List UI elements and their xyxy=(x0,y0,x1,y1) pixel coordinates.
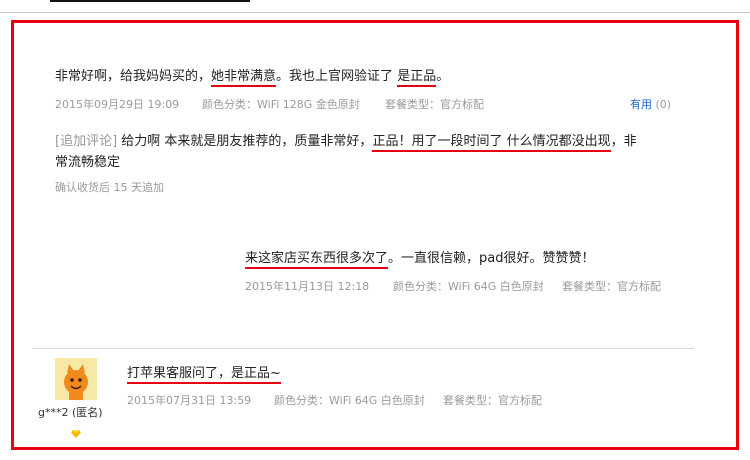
review1-useful[interactable]: 有用 (0) xyxy=(630,96,671,112)
top-divider xyxy=(0,12,750,13)
reviewer-username[interactable]: g***2 (匿名) xyxy=(38,404,103,420)
review2-text: 来这家店买东西很多次了。一直很信赖，pad很好。赞赞赞！ xyxy=(245,247,595,269)
review2-text-rest: 。一直很信赖，pad很好。赞赞赞！ xyxy=(388,251,595,266)
review3-date: 2015年07月31日 13:59 xyxy=(127,394,252,407)
review1-date: 2015年09月29日 19:09 xyxy=(55,98,180,111)
review2-color-label: 颜色分类： xyxy=(393,280,448,293)
review1-package-value: 官方标配 xyxy=(440,98,484,111)
review2-package-value: 官方标配 xyxy=(617,280,661,293)
review2-package: 套餐类型：官方标配 xyxy=(562,278,661,294)
review3-text: 打苹果客服问了，是正品~ xyxy=(127,362,281,384)
review1-text-part1: 非常好啊，给我妈妈买的， xyxy=(55,69,212,84)
review1-highlight2: 是正品 xyxy=(397,69,437,87)
useful-count: (0) xyxy=(655,98,672,111)
review1-color-label: 颜色分类： xyxy=(202,98,257,111)
review3-package: 套餐类型：官方标配 xyxy=(443,392,542,408)
review3-sku: 颜色分类：WiFi 64G 白色原封 xyxy=(274,392,425,408)
review1-package-label: 套餐类型： xyxy=(385,98,440,111)
useful-button[interactable]: 有用 xyxy=(630,98,652,111)
review1-text-part3: 。 xyxy=(436,69,450,84)
review3-color-value: WiFi 64G 白色原封 xyxy=(329,394,425,407)
review2-date: 2015年11月13日 12:18 xyxy=(245,280,370,293)
review2-color-value: WiFi 64G 白色原封 xyxy=(448,280,544,293)
followup-tag: [追加评论] xyxy=(55,134,118,149)
review3-highlight: 打苹果客服问了，是正品~ xyxy=(127,366,281,384)
review1-meta: 2015年09月29日 19:09 xyxy=(55,96,179,112)
review1-text-part2: 。我也上官网验证了 xyxy=(276,69,394,84)
review1-color-value: WiFi 128G 金色原封 xyxy=(257,98,360,111)
review1-highlight: 她非常满意 xyxy=(211,69,277,87)
followup-highlight: 正品！用了一段时间了 什么情况都没出现 xyxy=(372,134,611,152)
review2-sku: 颜色分类：WiFi 64G 白色原封 xyxy=(393,278,544,294)
review1-followup-line2: 常流畅稳定 xyxy=(55,155,121,170)
review3-color-label: 颜色分类： xyxy=(274,394,329,407)
followup-text1: 给力啊 本来就是朋友推荐的，质量非常好， xyxy=(121,134,373,149)
review3-package-value: 官方标配 xyxy=(498,394,542,407)
review-divider xyxy=(32,348,694,349)
review2-package-label: 套餐类型： xyxy=(562,280,617,293)
orange-mascot-icon[interactable] xyxy=(55,358,97,400)
review1-sku: 颜色分类：WiFi 128G 金色原封 xyxy=(202,96,360,112)
review2-highlight: 来这家店买东西很多次了 xyxy=(245,251,389,269)
top-tab-indicator xyxy=(50,0,250,2)
review1-followup-note: 确认收货后 15 天追加 xyxy=(55,181,164,194)
review1-followup: [追加评论] 给力啊 本来就是朋友推荐的，质量非常好，正品！用了一段时间了 什么… xyxy=(55,130,637,152)
followup-text2: ，非 xyxy=(610,134,637,149)
review1-package: 套餐类型：官方标配 xyxy=(385,96,484,112)
highlight-frame xyxy=(11,20,739,450)
diamond-vip-icon xyxy=(71,423,81,438)
review3-package-label: 套餐类型： xyxy=(443,394,498,407)
review1-text: 非常好啊，给我妈妈买的，她非常满意。我也上官网验证了 是正品。 xyxy=(55,65,450,87)
